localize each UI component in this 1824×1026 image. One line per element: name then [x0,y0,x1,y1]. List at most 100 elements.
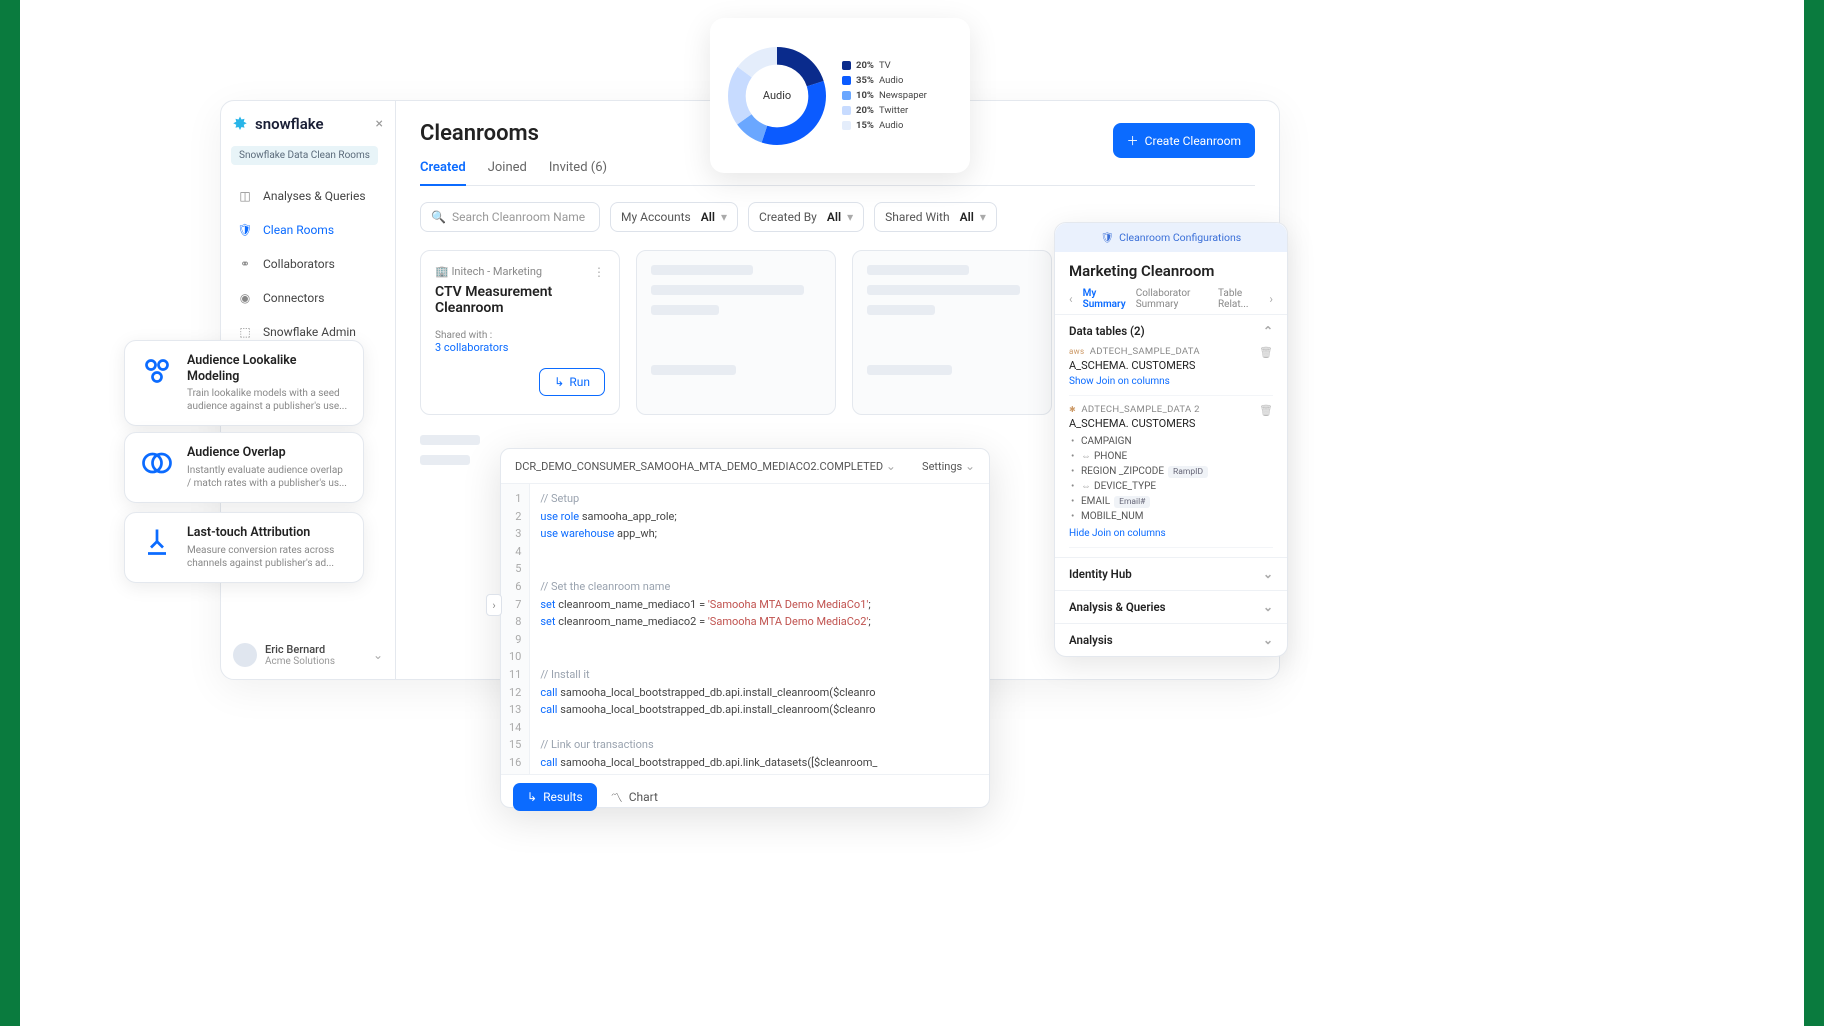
column-item: ⇔DEVICE_TYPE [1069,479,1273,494]
brand-name: snowflake [255,115,324,133]
config-tab[interactable]: Collaborator Summary [1136,288,1208,310]
sidebar-item-connectors[interactable]: ◉ Connectors [231,281,385,315]
chevron-left-icon[interactable]: ‹ [1069,292,1073,306]
run-button[interactable]: ↳ Run [539,368,605,396]
sidebar-item-collaborators[interactable]: ⚭ Collaborators [231,247,385,281]
brand: snowflake [231,115,385,133]
legend-swatch [842,76,851,85]
data-table-name: ✱ ADTECH_SAMPLE_DATA 2 [1069,404,1200,415]
data-table-schema: A_SCHEMA. CUSTOMERS [1069,359,1200,372]
shield-check-icon: 🛡 [1101,231,1114,244]
collaborators-link[interactable]: 3 collaborators [435,341,605,354]
feature-card[interactable]: Last-touch Attribution Measure conversio… [124,512,364,583]
code-settings[interactable]: Settings ⌄ [922,459,975,473]
data-table-name: aws ADTECH_SAMPLE_DATA [1069,346,1200,357]
data-table: aws ADTECH_SAMPLE_DATA A_SCHEMA. CUSTOME… [1069,338,1273,396]
config-title: Marketing Cleanroom [1055,252,1287,284]
shield-icon: 🛡 [237,222,253,238]
user-block[interactable]: Eric Bernard Acme Solutions ⌄ [233,643,383,667]
config-header: 🛡 Cleanroom Configurations [1055,223,1287,252]
chevron-down-icon: ⌄ [373,648,383,662]
globe-icon: ◉ [237,290,253,306]
feature-card[interactable]: Audience Overlap Instantly evaluate audi… [124,432,364,503]
chart-icon: 〽 [611,789,623,806]
legend-item: 35% Audio [842,75,927,86]
chevron-down-icon: ⌄ [1263,567,1273,581]
data-table-schema: A_SCHEMA. CUSTOMERS [1069,417,1200,430]
config-tab[interactable]: Table Relat... [1218,288,1259,310]
config-section[interactable]: Identity Hub⌄ [1055,557,1287,590]
close-icon[interactable]: × [376,116,383,132]
results-button[interactable]: ↳ Results [513,783,597,811]
filter-my-accounts[interactable]: My Accounts All ▾ [610,202,738,232]
search-input[interactable]: 🔍 Search Cleanroom Name [420,202,600,232]
chart-icon: ◫ [237,188,253,204]
chart-button[interactable]: 〽 Chart [611,789,658,806]
feature-title: Audience Overlap [187,445,349,461]
shared-label: Shared with : [435,330,605,341]
product-pill: Snowflake Data Clean Rooms [231,146,378,165]
placeholder-card [852,250,1052,415]
config-panel: 🛡 Cleanroom Configurations Marketing Cle… [1054,222,1288,657]
column-item: ⇔PHONE [1069,449,1273,464]
trash-icon[interactable]: 🗑 [1259,346,1273,359]
card-org: 🏢 Initech - Marketing [435,265,542,278]
chevron-down-icon: ⌄ [1263,633,1273,647]
more-icon[interactable]: ⋮ [593,265,605,284]
column-item: MOBILE_NUM [1069,509,1273,524]
legend-swatch [842,61,851,70]
sidebar-item-analyses-queries[interactable]: ◫ Analyses & Queries [231,179,385,213]
chevron-down-icon: ▾ [847,210,853,224]
plus-icon: ＋ [1127,132,1139,149]
feature-title: Last-touch Attribution [187,525,349,541]
tab-invited-[interactable]: Invited (6) [549,160,607,185]
feature-desc: Measure conversion rates across channels… [187,544,349,570]
toggle-join-link[interactable]: Hide Join on columns [1069,528,1166,539]
column-item: CAMPAIGN [1069,434,1273,449]
avatar [233,643,257,667]
chevron-down-icon: ⌄ [886,459,896,473]
code-source[interactable]: // Setupuse role samooha_app_role;use wa… [530,484,887,774]
feature-icon [139,353,175,389]
sidebar-item-clean-rooms[interactable]: 🛡 Clean Rooms [231,213,385,247]
legend-item: 20% Twitter [842,105,927,116]
config-section[interactable]: Analysis⌄ [1055,623,1287,656]
search-placeholder: Search Cleanroom Name [452,210,585,224]
legend-swatch [842,121,851,130]
expand-chevron-icon[interactable]: › [486,594,502,616]
data-table: ✱ ADTECH_SAMPLE_DATA 2 A_SCHEMA. CUSTOME… [1069,396,1273,548]
user-name: Eric Bernard [265,643,335,656]
create-cleanroom-button[interactable]: ＋ Create Cleanroom [1113,123,1255,158]
trash-icon[interactable]: 🗑 [1259,404,1273,417]
filter-shared-with[interactable]: Shared With All ▾ [874,202,997,232]
code-panel: DCR_DEMO_CONSUMER_SAMOOHA_MTA_DEMO_MEDIA… [500,448,990,808]
feature-desc: Instantly evaluate audience overlap / ma… [187,464,349,490]
chevron-down-icon: ⌄ [965,459,975,473]
cleanroom-card: 🏢 Initech - Marketing ⋮ CTV Measurement … [420,250,620,415]
donut-chart: Audio [724,43,830,149]
column-item: REGION _ZIPCODERampID [1069,464,1273,479]
code-filename[interactable]: DCR_DEMO_CONSUMER_SAMOOHA_MTA_DEMO_MEDIA… [515,459,896,473]
filter-created-by[interactable]: Created By All ▾ [748,202,864,232]
chevron-up-icon[interactable]: ⌃ [1263,324,1273,338]
placeholder-card [636,250,836,415]
tab-joined[interactable]: Joined [488,160,527,185]
feature-title: Audience Lookalike Modeling [187,353,349,384]
feature-icon [139,525,175,561]
chevron-right-icon[interactable]: › [1269,292,1273,306]
chevron-down-icon: ▾ [980,210,986,224]
search-icon: 🔍 [431,210,446,224]
users-icon: ⚭ [237,256,253,272]
feature-icon [139,445,175,481]
donut-legend: 20% TV35% Audio10% Newspaper20% Twitter1… [842,56,927,135]
legend-swatch [842,106,851,115]
config-tab[interactable]: My Summary [1083,288,1126,310]
column-item: EMAILEmail# [1069,494,1273,509]
legend-item: 10% Newspaper [842,90,927,101]
feature-card[interactable]: Audience Lookalike Modeling Train lookal… [124,340,364,426]
legend-item: 20% TV [842,60,927,71]
toggle-join-link[interactable]: Show Join on columns [1069,376,1170,387]
config-section[interactable]: Analysis & Queries⌄ [1055,590,1287,623]
chevron-down-icon: ⌄ [1263,600,1273,614]
tab-created[interactable]: Created [420,160,466,185]
